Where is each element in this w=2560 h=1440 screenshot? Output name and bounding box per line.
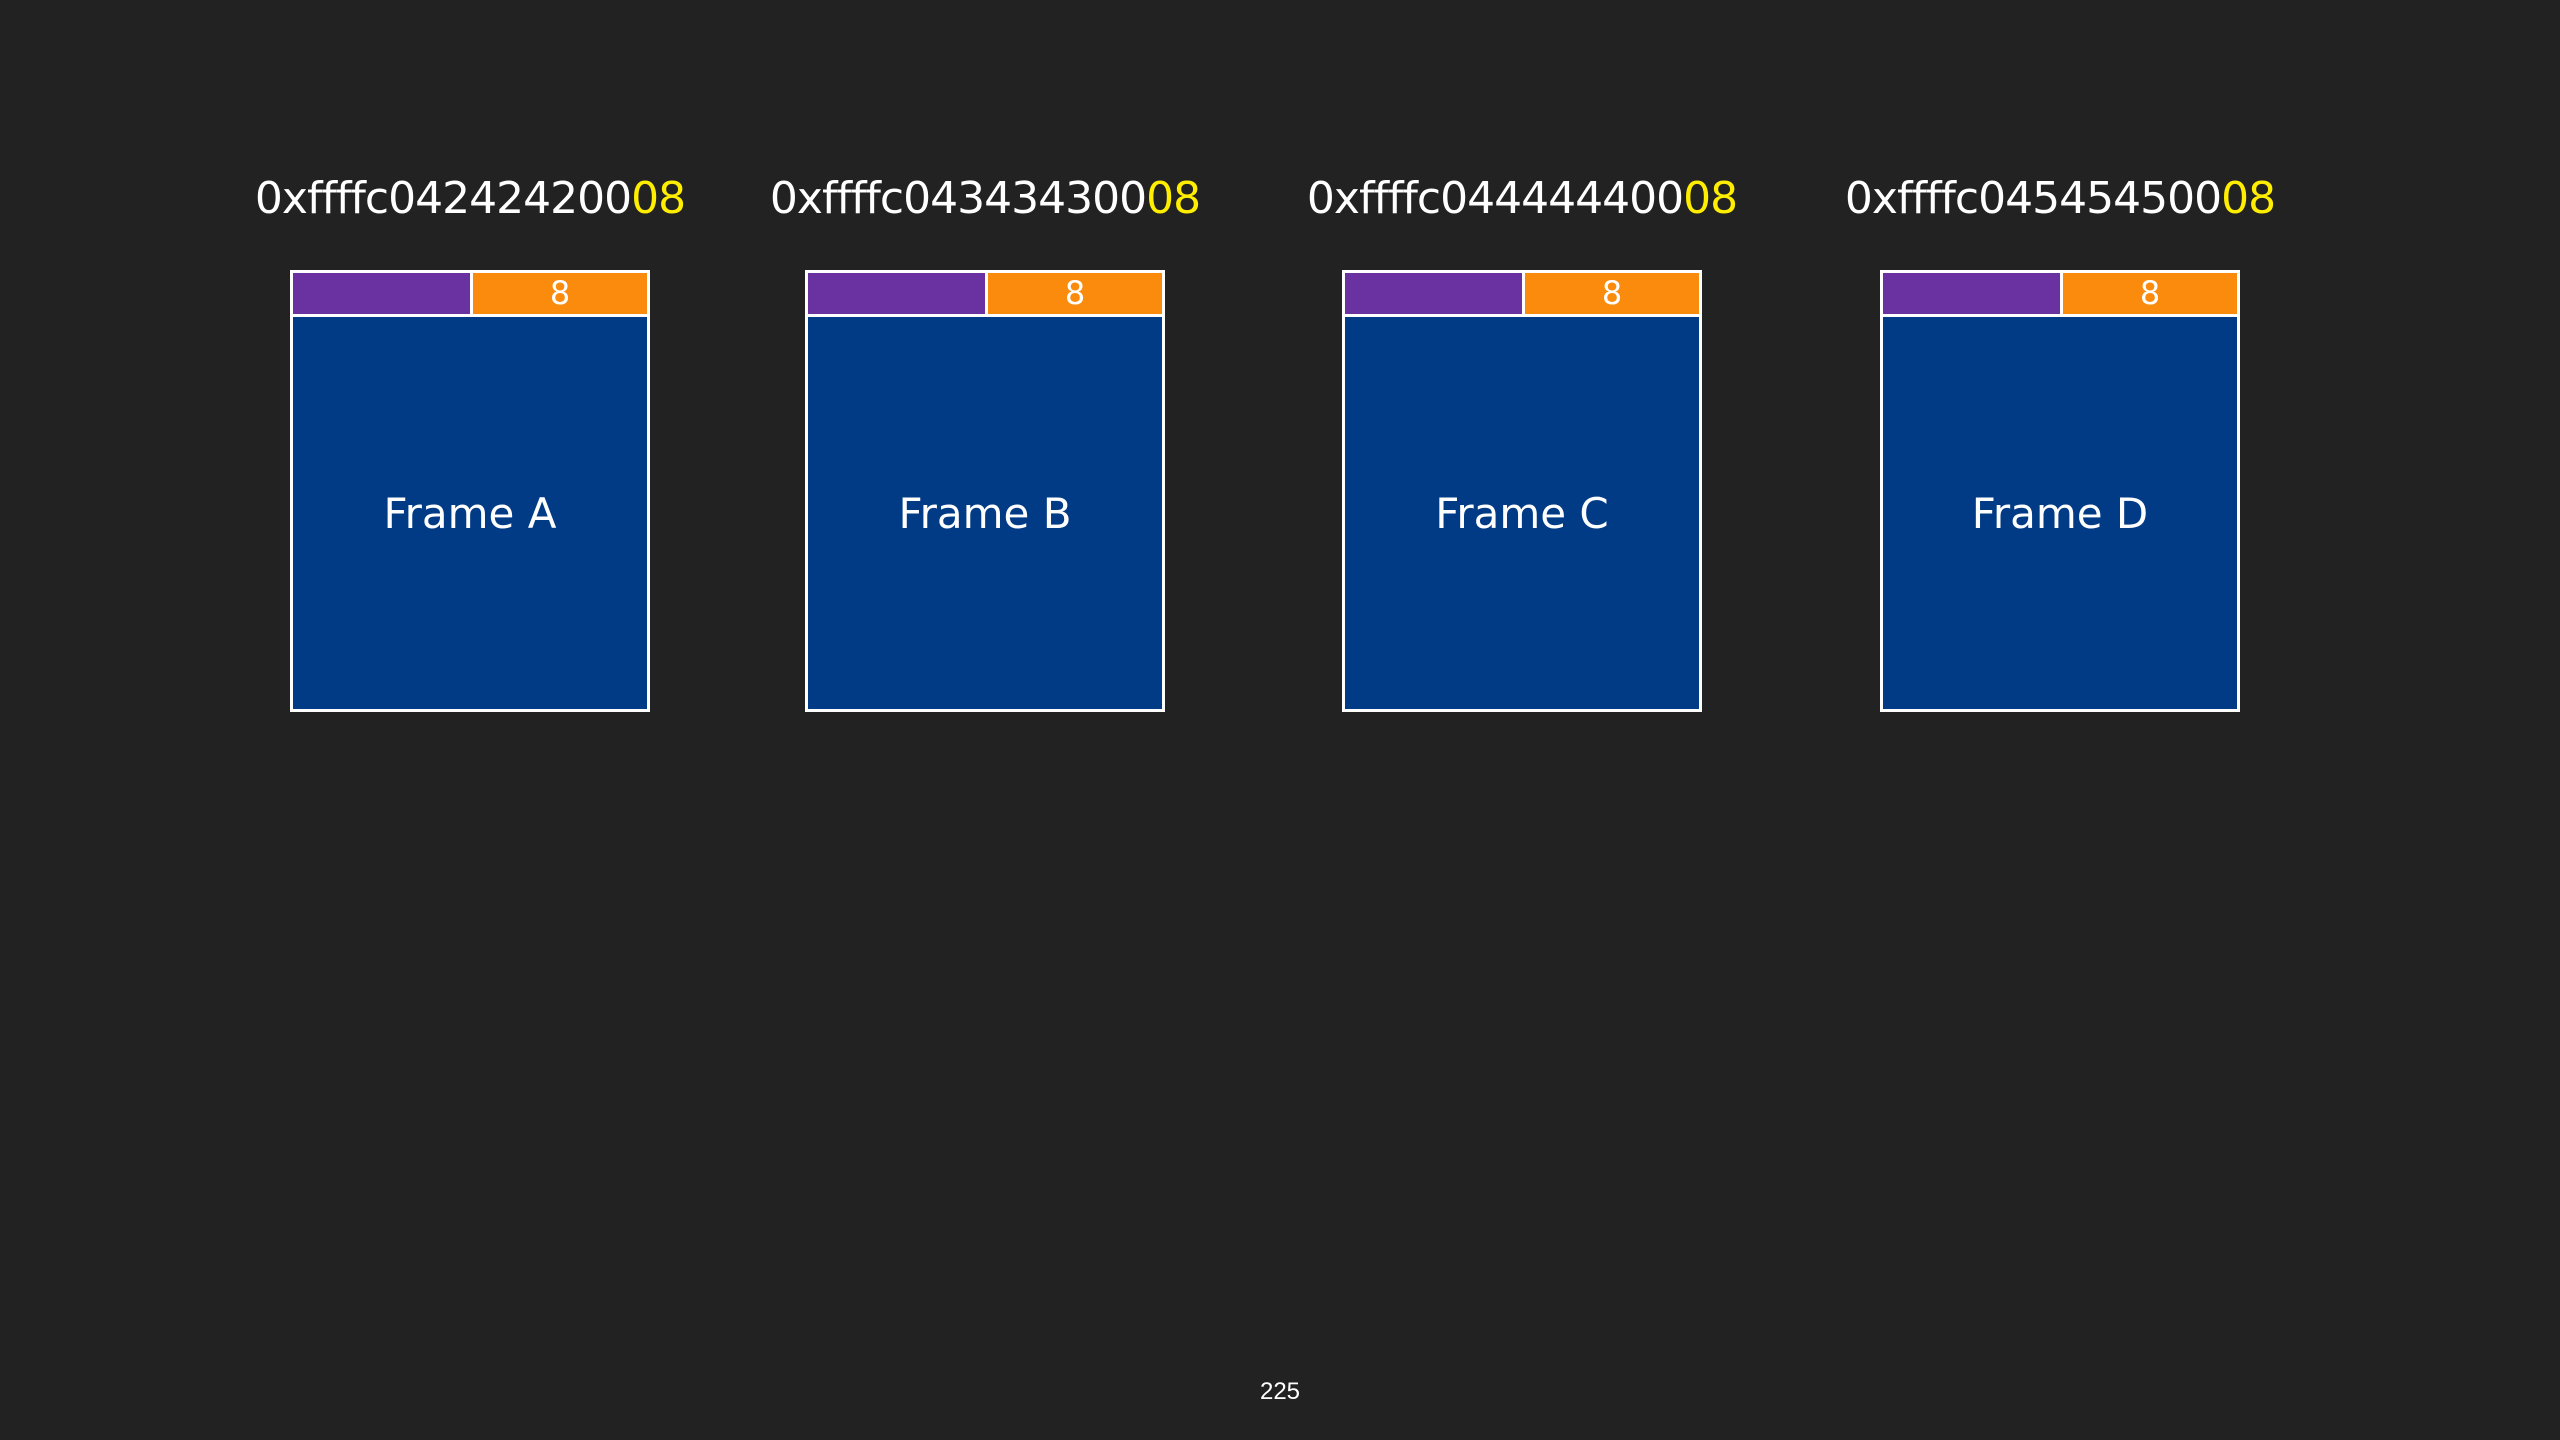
- frame-box: 8 Frame D: [1880, 270, 2240, 712]
- frame-label: Frame B: [898, 488, 1072, 538]
- address-suffix: 08: [1146, 173, 1201, 224]
- frame-address: 0xffffc04444440008: [1306, 172, 1738, 226]
- frame-tag-empty-cell: [293, 273, 473, 314]
- frame-tag-value: 8: [2063, 273, 2237, 314]
- frame-tag-row: 8: [293, 273, 647, 317]
- frame-column-b: 0xffffc04343430008 8 Frame B: [770, 0, 1201, 720]
- frame-column-c: 0xffffc04444440008 8 Frame C: [1307, 0, 1738, 720]
- frame-tag-empty-cell: [1883, 273, 2063, 314]
- frame-address: 0xffffc04343430008: [769, 172, 1201, 226]
- frame-box: 8 Frame C: [1342, 270, 1702, 712]
- frame-label: Frame A: [383, 488, 557, 538]
- frame-address: 0xffffc04242420008: [254, 172, 686, 226]
- frame-tag-value: 8: [1525, 273, 1699, 314]
- frame-tag-value: 8: [988, 273, 1162, 314]
- frame-address: 0xffffc04545450008: [1844, 172, 2276, 226]
- frame-column-d: 0xffffc04545450008 8 Frame D: [1845, 0, 2276, 720]
- address-suffix: 08: [1683, 173, 1738, 224]
- frame-column-a: 0xffffc04242420008 8 Frame A: [255, 0, 686, 720]
- address-prefix: 0xffffc043434300: [769, 173, 1147, 224]
- page-number: 225: [1259, 1378, 1301, 1405]
- frame-tag-empty-cell: [1345, 273, 1525, 314]
- address-prefix: 0xffffc045454500: [1844, 173, 2222, 224]
- frame-label: Frame D: [1971, 488, 2149, 538]
- frame-tag-value: 8: [473, 273, 647, 314]
- address-suffix: 08: [631, 173, 686, 224]
- frame-box: 8 Frame B: [805, 270, 1165, 712]
- frame-tag-row: 8: [808, 273, 1162, 317]
- frame-tag-row: 8: [1345, 273, 1699, 317]
- frame-label: Frame C: [1435, 488, 1609, 538]
- address-prefix: 0xffffc044444400: [1306, 173, 1684, 224]
- address-suffix: 08: [2221, 173, 2276, 224]
- address-prefix: 0xffffc042424200: [254, 173, 632, 224]
- frame-tag-empty-cell: [808, 273, 988, 314]
- frame-tag-row: 8: [1883, 273, 2237, 317]
- frame-box: 8 Frame A: [290, 270, 650, 712]
